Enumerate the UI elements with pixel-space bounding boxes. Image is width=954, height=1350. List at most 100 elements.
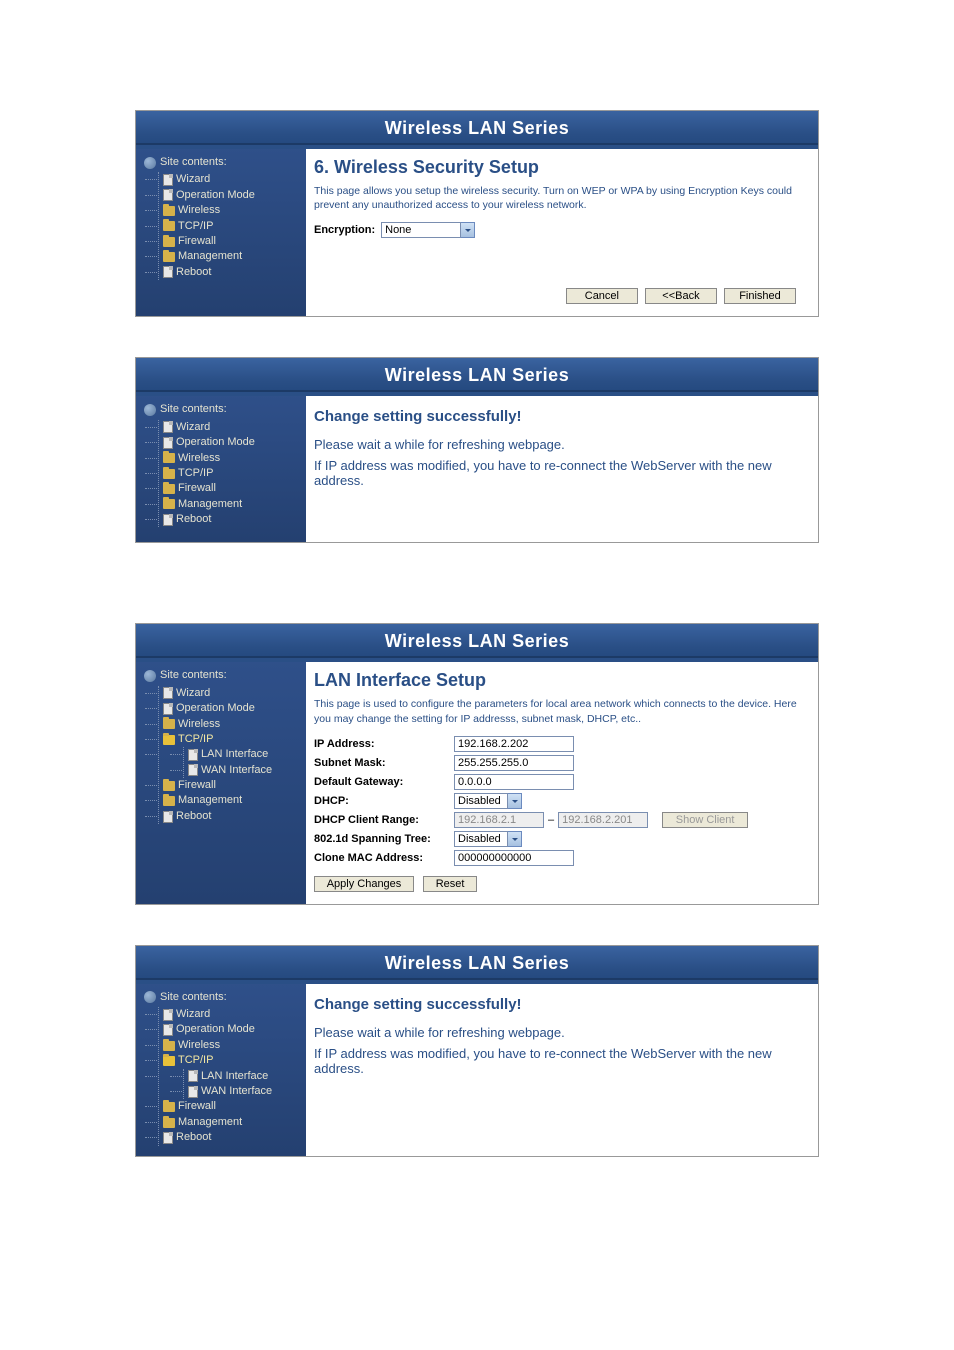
panel-lan-setup: Wireless LAN Series Site contents: Wizar… <box>135 623 819 904</box>
site-contents-title: Site contents: <box>160 402 227 417</box>
sidebar: Site contents: Wizard Operation Mode Wir… <box>136 145 306 316</box>
back-button[interactable]: <<Back <box>645 288 717 304</box>
encryption-select[interactable] <box>381 222 461 238</box>
folder-icon <box>163 719 175 729</box>
sidebar-item-tcpip[interactable]: TCP/IP <box>159 732 300 747</box>
page-icon <box>188 749 198 761</box>
sidebar: Site contents: Wizard Operation Mode Wir… <box>136 392 306 542</box>
gateway-input[interactable] <box>454 774 574 790</box>
gw-label: Default Gateway: <box>314 776 454 788</box>
globe-icon <box>144 157 156 169</box>
ip-message: If IP address was modified, you have to … <box>314 1046 802 1076</box>
success-title: Change setting successfully! <box>314 996 802 1013</box>
sidebar-item-management[interactable]: Management <box>159 793 300 808</box>
chevron-down-icon[interactable] <box>461 222 475 238</box>
sidebar-item-wizard[interactable]: Wizard <box>159 172 300 187</box>
sidebar-item-management[interactable]: Management <box>159 249 300 264</box>
wait-message: Please wait a while for refreshing webpa… <box>314 1025 802 1040</box>
page-title: 6. Wireless Security Setup <box>314 157 802 178</box>
sidebar-item-wan-interface[interactable]: WAN Interface <box>184 763 272 778</box>
success-title: Change setting successfully! <box>314 408 802 425</box>
dhcp-select[interactable] <box>454 793 508 809</box>
sidebar-item-wan-interface[interactable]: WAN Interface <box>184 1084 272 1099</box>
cancel-button[interactable]: Cancel <box>566 288 638 304</box>
sidebar-item-firewall[interactable]: Firewall <box>159 1099 300 1114</box>
page-icon <box>163 514 173 526</box>
mac-label: Clone MAC Address: <box>314 852 454 864</box>
sidebar-item-tcpip[interactable]: TCP/IP <box>159 466 300 481</box>
folder-icon <box>163 1118 175 1128</box>
ip-input[interactable] <box>454 736 574 752</box>
sidebar-item-wireless[interactable]: Wireless <box>159 1038 300 1053</box>
folder-icon <box>163 796 175 806</box>
mask-input[interactable] <box>454 755 574 771</box>
apply-button[interactable]: Apply Changes <box>314 876 414 892</box>
sidebar-item-wireless[interactable]: Wireless <box>159 203 300 218</box>
reset-button[interactable]: Reset <box>423 876 477 892</box>
sidebar-item-reboot[interactable]: Reboot <box>159 265 300 280</box>
header: Wireless LAN Series <box>136 624 818 658</box>
dhcp-label: DHCP: <box>314 795 454 807</box>
sidebar-item-management[interactable]: Management <box>159 1115 300 1130</box>
page-icon <box>188 1086 198 1098</box>
header: Wireless LAN Series <box>136 946 818 980</box>
page-description: This page allows you setup the wireless … <box>314 184 802 212</box>
page-icon <box>163 811 173 823</box>
folder-icon <box>163 453 175 463</box>
sidebar-item-operation-mode[interactable]: Operation Mode <box>159 435 300 450</box>
sidebar-item-firewall[interactable]: Firewall <box>159 481 300 496</box>
range-end-input <box>558 812 648 828</box>
sidebar-item-tcpip[interactable]: TCP/IP <box>159 1053 300 1068</box>
header: Wireless LAN Series <box>136 111 818 145</box>
sidebar-item-operation-mode[interactable]: Operation Mode <box>159 1022 300 1037</box>
sidebar-item-lan-interface[interactable]: LAN Interface <box>184 747 272 762</box>
folder-open-icon <box>163 735 175 745</box>
mac-input[interactable] <box>454 850 574 866</box>
show-client-button: Show Client <box>662 812 748 828</box>
page-icon <box>163 174 173 186</box>
site-contents-title: Site contents: <box>160 155 227 170</box>
range-start-input <box>454 812 544 828</box>
mask-label: Subnet Mask: <box>314 757 454 769</box>
sidebar-tree: Wizard Operation Mode Wireless TCP/IP Fi… <box>158 172 300 280</box>
site-contents-title: Site contents: <box>160 990 227 1005</box>
sidebar-item-management[interactable]: Management <box>159 497 300 512</box>
page-icon <box>163 1132 173 1144</box>
sidebar-item-wireless[interactable]: Wireless <box>159 451 300 466</box>
panel-success-2: Wireless LAN Series Site contents: Wizar… <box>135 945 819 1157</box>
ip-label: IP Address: <box>314 738 454 750</box>
chevron-down-icon[interactable] <box>508 831 522 847</box>
sidebar-item-operation-mode[interactable]: Operation Mode <box>159 188 300 203</box>
sidebar-item-wizard[interactable]: Wizard <box>159 686 300 701</box>
page-icon <box>163 189 173 201</box>
folder-icon <box>163 499 175 509</box>
finished-button[interactable]: Finished <box>724 288 796 304</box>
page-icon <box>163 1024 173 1036</box>
sidebar-item-reboot[interactable]: Reboot <box>159 809 300 824</box>
sidebar-item-operation-mode[interactable]: Operation Mode <box>159 701 300 716</box>
wait-message: Please wait a while for refreshing webpa… <box>314 437 802 452</box>
sidebar-item-lan-interface[interactable]: LAN Interface <box>184 1069 272 1084</box>
sidebar-item-firewall[interactable]: Firewall <box>159 778 300 793</box>
page-icon <box>163 421 173 433</box>
chevron-down-icon[interactable] <box>508 793 522 809</box>
sidebar-item-wizard[interactable]: Wizard <box>159 420 300 435</box>
range-label: DHCP Client Range: <box>314 814 454 826</box>
sidebar-item-reboot[interactable]: Reboot <box>159 512 300 527</box>
sidebar-item-reboot[interactable]: Reboot <box>159 1130 300 1145</box>
folder-icon <box>163 469 175 479</box>
encryption-label: Encryption: <box>314 224 375 236</box>
sidebar-item-wireless[interactable]: Wireless <box>159 717 300 732</box>
page-description: This page is used to configure the param… <box>314 697 802 725</box>
folder-icon <box>163 484 175 494</box>
sidebar-item-firewall[interactable]: Firewall <box>159 234 300 249</box>
stp-select[interactable] <box>454 831 508 847</box>
globe-icon <box>144 991 156 1003</box>
sidebar-item-tcpip[interactable]: TCP/IP <box>159 219 300 234</box>
sidebar-item-wizard[interactable]: Wizard <box>159 1007 300 1022</box>
folder-icon <box>163 1102 175 1112</box>
folder-icon <box>163 252 175 262</box>
folder-icon <box>163 781 175 791</box>
site-contents-title: Site contents: <box>160 668 227 683</box>
folder-icon <box>163 221 175 231</box>
